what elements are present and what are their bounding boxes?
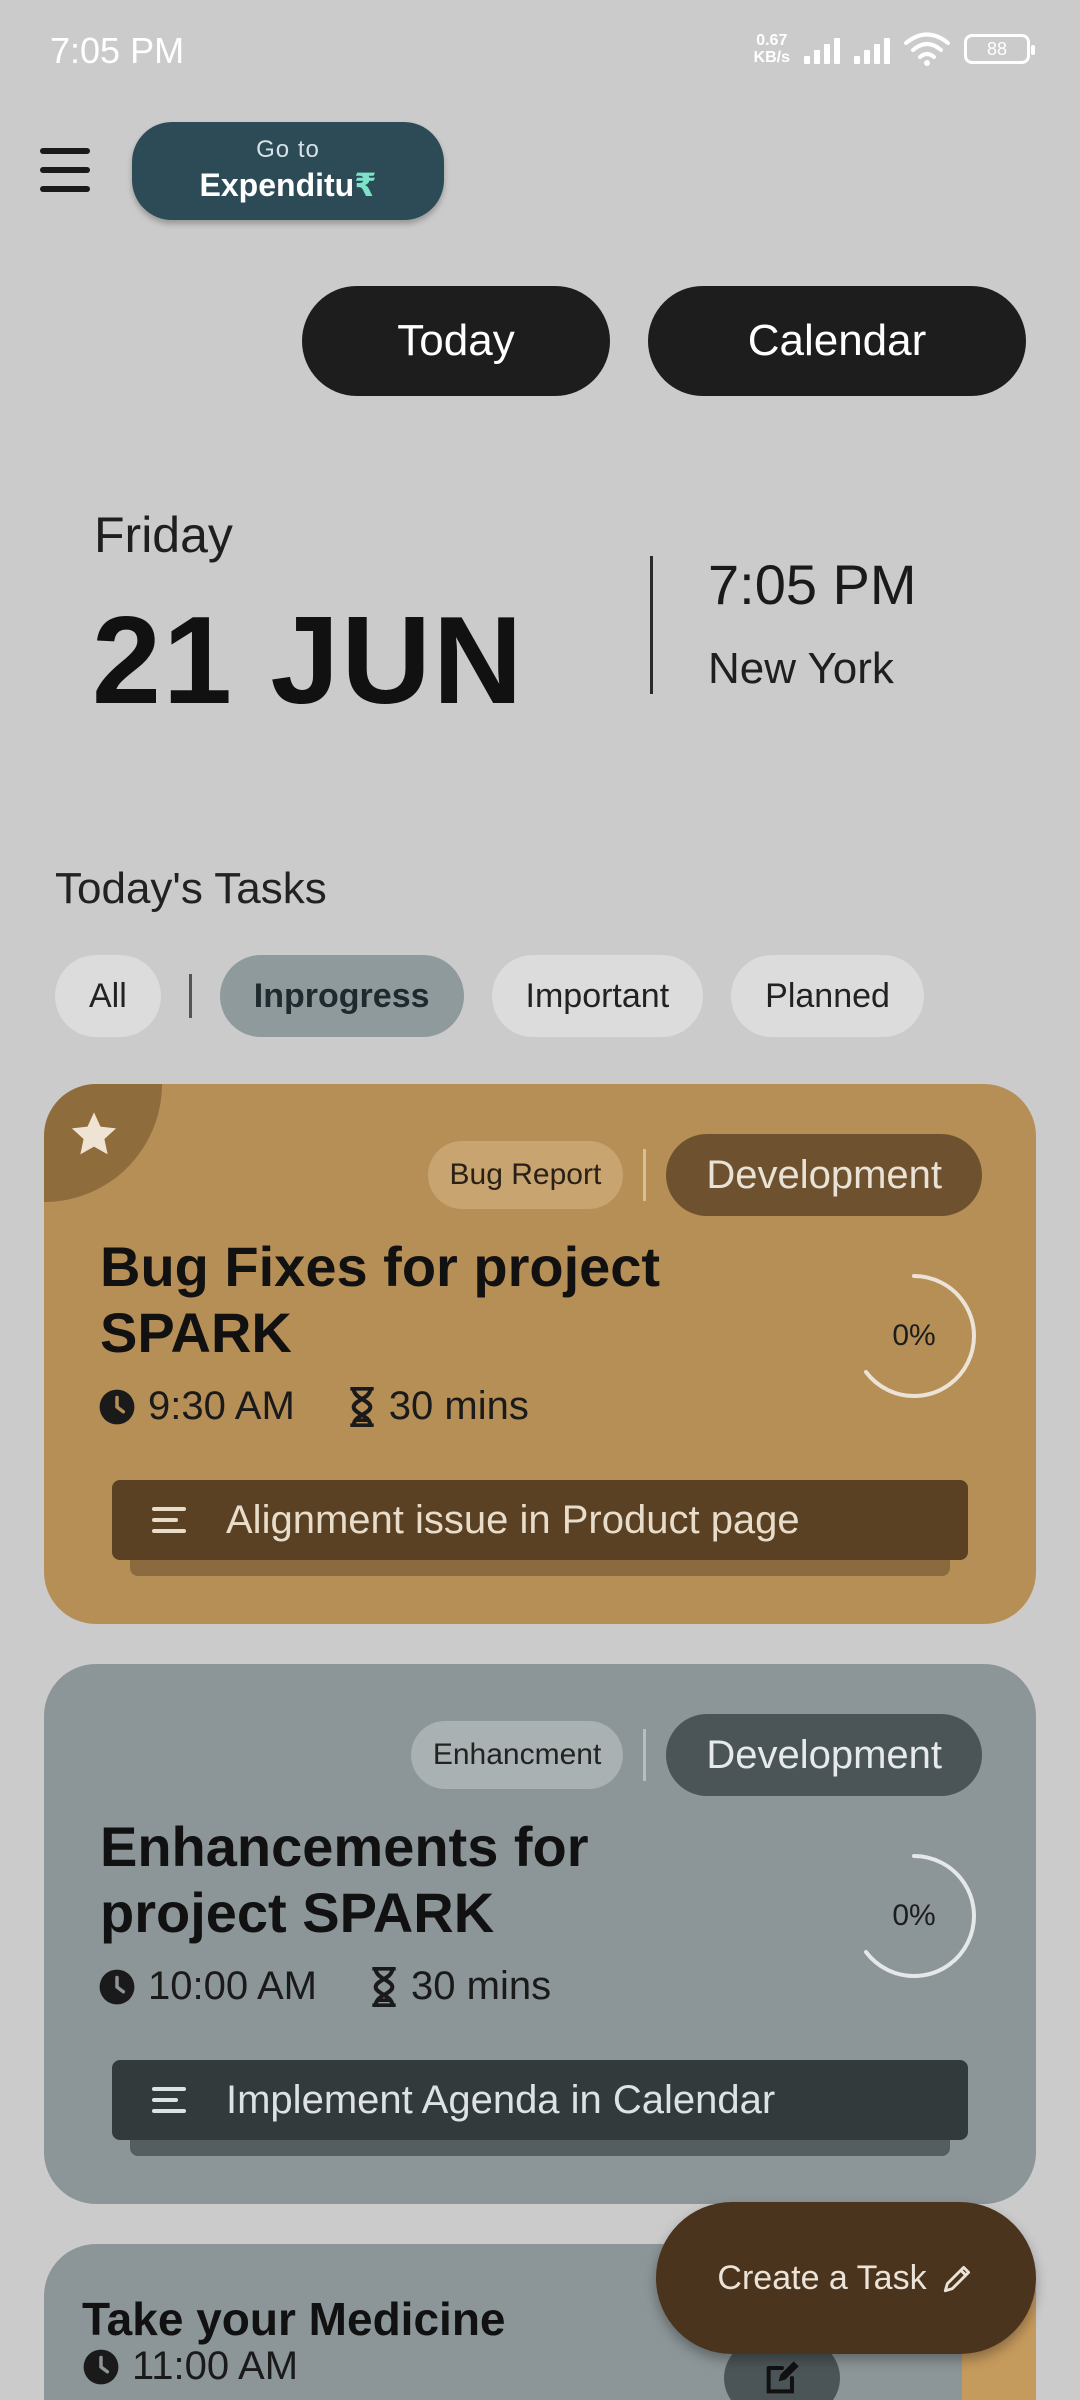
network-speed: 0.67 KB/s bbox=[753, 32, 790, 66]
progress-ring: 0% bbox=[850, 1852, 978, 1980]
signal-icon bbox=[854, 34, 890, 64]
task-duration: 30 mins bbox=[411, 1964, 552, 2008]
hourglass-icon bbox=[369, 1966, 399, 2007]
pencil-icon bbox=[941, 2261, 975, 2295]
progress-value: 0% bbox=[892, 1899, 936, 1932]
wifi-icon bbox=[904, 32, 950, 66]
task-meta: 10:00 AM 30 mins bbox=[98, 1964, 551, 2009]
tasks-heading: Today's Tasks bbox=[55, 864, 327, 913]
task-title: Enhancements for project SPARK bbox=[100, 1815, 589, 1944]
team-tag: Development bbox=[666, 1134, 982, 1216]
task-card[interactable]: Bug Report Development Bug Fixes for pro… bbox=[44, 1084, 1036, 1624]
filter-planned[interactable]: Planned bbox=[731, 955, 924, 1037]
create-task-label: Create a Task bbox=[717, 2258, 927, 2297]
goto-big-label: Expenditu₹ bbox=[199, 167, 377, 203]
clock-icon bbox=[98, 1388, 136, 1426]
rupee-icon: ₹ bbox=[354, 167, 377, 203]
subtask-item[interactable]: Implement Agenda in Calendar bbox=[112, 2060, 968, 2140]
task-meta: 9:30 AM 30 mins bbox=[98, 1384, 529, 1429]
task-tags: Enhancment Development bbox=[410, 1714, 982, 1796]
divider bbox=[650, 556, 653, 694]
tag-divider bbox=[643, 1149, 647, 1201]
task-title: Bug Fixes for project SPARK bbox=[100, 1235, 661, 1364]
filter-important[interactable]: Important bbox=[491, 955, 704, 1037]
status-bar: 7:05 PM 0.67 KB/s 88 bbox=[0, 0, 1080, 100]
goto-expenditure-button[interactable]: Go to Expenditu₹ bbox=[132, 122, 444, 220]
task-time: 11:00 AM bbox=[132, 2344, 299, 2388]
clock-time: 7:05 PM bbox=[708, 553, 917, 616]
category-tag: Enhancment bbox=[410, 1721, 624, 1789]
edit-icon bbox=[766, 2361, 799, 2394]
hamburger-icon[interactable] bbox=[40, 148, 90, 192]
clock-city: New York bbox=[708, 644, 894, 693]
tag-divider bbox=[643, 1729, 647, 1781]
task-duration: 30 mins bbox=[388, 1384, 529, 1428]
big-date: 21 JUN bbox=[92, 592, 525, 730]
team-tag: Development bbox=[666, 1714, 982, 1796]
filter-inprogress[interactable]: Inprogress bbox=[219, 955, 464, 1037]
status-icons: 0.67 KB/s 88 bbox=[753, 32, 1035, 66]
day-name: Friday bbox=[94, 507, 233, 563]
progress-value: 0% bbox=[892, 1319, 936, 1352]
goto-small-label: Go to bbox=[256, 136, 320, 163]
filter-divider bbox=[188, 974, 192, 1018]
task-card[interactable]: Enhancment Development Enhancements for … bbox=[44, 1664, 1036, 2204]
subtask-label: Alignment issue in Product page bbox=[226, 1497, 800, 1542]
filter-chips: All Inprogress Important Planned bbox=[55, 955, 952, 1037]
star-badge[interactable] bbox=[44, 1084, 162, 1202]
calendar-button[interactable]: Calendar bbox=[648, 286, 1026, 396]
clock-icon bbox=[98, 1968, 136, 2006]
task-time: 9:30 AM bbox=[148, 1384, 295, 1428]
subtask-label: Implement Agenda in Calendar bbox=[226, 2077, 776, 2122]
today-button[interactable]: Today bbox=[302, 286, 610, 396]
task-meta: 11:00 AM bbox=[82, 2344, 298, 2389]
battery-icon: 88 bbox=[964, 34, 1035, 64]
status-time: 7:05 PM bbox=[50, 30, 185, 71]
subtask-item[interactable]: Alignment issue in Product page bbox=[112, 1480, 968, 1560]
clock-icon bbox=[82, 2348, 120, 2386]
category-tag: Bug Report bbox=[427, 1141, 624, 1209]
hourglass-icon bbox=[347, 1386, 377, 1427]
filter-all[interactable]: All bbox=[55, 955, 161, 1037]
list-icon bbox=[152, 2085, 188, 2115]
signal-icon bbox=[804, 34, 840, 64]
task-time: 10:00 AM bbox=[148, 1964, 318, 2008]
task-tags: Bug Report Development bbox=[427, 1134, 982, 1216]
list-icon bbox=[152, 1505, 188, 1535]
star-icon bbox=[71, 1112, 117, 1155]
progress-ring: 0% bbox=[850, 1272, 978, 1400]
create-task-button[interactable]: Create a Task bbox=[656, 2202, 1036, 2354]
